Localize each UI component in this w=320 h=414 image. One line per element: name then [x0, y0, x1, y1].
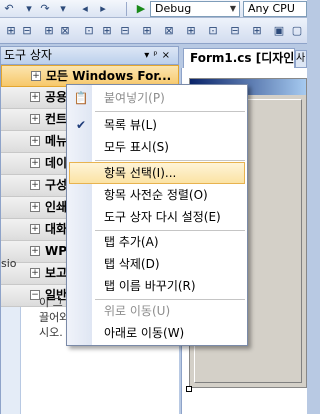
toolbox-group-label: 컨트	[45, 112, 68, 126]
menu-separator	[95, 160, 245, 161]
toolbox-window-buttons: ▾ᵖ×	[144, 47, 174, 64]
toolbox-group-label: 메뉴	[45, 134, 68, 148]
close-icon[interactable]: ×	[162, 50, 174, 61]
redo-dropdown-icon[interactable]: ▾	[56, 2, 70, 16]
platform-value: Any CPU	[248, 2, 295, 15]
paste-icon: 📋	[73, 91, 89, 105]
platform-combo[interactable]: Any CPU	[243, 1, 307, 17]
menu-item-label: 아래로 이동(W)	[104, 326, 185, 340]
expand-icon[interactable]: +	[30, 246, 40, 256]
toolbar-separator	[126, 2, 127, 16]
menu-item-paste[interactable]: 📋 붙여넣기(P)	[69, 87, 245, 109]
menu-item-add-tab[interactable]: 탭 추가(A)	[69, 231, 245, 253]
menu-item-move-down[interactable]: 아래로 이동(W)	[69, 322, 245, 344]
menu-item-move-up[interactable]: 위로 이동(U)	[69, 300, 245, 322]
menu-item-reset-toolbox[interactable]: 도구 상자 다시 설정(E)	[69, 206, 245, 228]
make-same-width-icon[interactable]: ⊟	[118, 24, 132, 38]
pin-icon[interactable]: ᵖ	[153, 50, 161, 61]
solution-config-value: Debug	[155, 2, 192, 15]
menu-item-label: 위로 이동(U)	[104, 304, 171, 318]
redo-icon[interactable]: ↷	[38, 2, 52, 16]
toolbox-group-label: 보고	[45, 266, 68, 280]
expand-icon[interactable]: +	[30, 114, 40, 124]
toolbox-title-bar: 도구 상자 ▾ᵖ×	[0, 46, 179, 65]
vspace-increase-icon[interactable]: ⊡	[206, 24, 220, 38]
menu-item-label: 탭 추가(A)	[104, 235, 159, 249]
align-centers-icon[interactable]: ⊟	[20, 24, 34, 38]
toolbox-group-label: 모든 Windows For...	[46, 69, 172, 83]
check-icon: ✔	[75, 118, 87, 132]
center-horizontal-icon[interactable]: ⊟	[228, 24, 242, 38]
menu-item-label: 탭 삭제(D)	[104, 257, 160, 271]
solution-config-combo[interactable]: Debug ▼	[150, 1, 240, 17]
bring-to-front-icon[interactable]: ▣	[272, 24, 286, 38]
menu-item-choose-items[interactable]: 항목 선택(I)...	[69, 162, 245, 184]
toolbar-top: ↶ ▾ ↷ ▾ ◂ ▸ ▶ Debug ▼ Any CPU	[0, 0, 307, 18]
expand-icon[interactable]: +	[30, 92, 40, 102]
expand-icon[interactable]: +	[30, 268, 40, 278]
start-debug-icon[interactable]: ▶	[134, 2, 148, 16]
toolbar-layout: ⊞ ⊟ ⊞ ⊠ ⊡ ⊞ ⊟ ⊞ ⊠ ⊞ ⊡ ⊟ ⊞ ▣ ▢	[0, 18, 307, 44]
hspace-equal-icon[interactable]: ⊞	[140, 24, 154, 38]
align-lefts-icon[interactable]: ⊞	[4, 24, 18, 38]
chevron-down-icon[interactable]: ▼	[227, 2, 239, 16]
menu-item-label: 도구 상자 다시 설정(E)	[104, 210, 221, 224]
vspace-equal-icon[interactable]: ⊞	[184, 24, 198, 38]
expand-icon[interactable]: +	[30, 158, 40, 168]
resize-grip[interactable]	[186, 386, 192, 392]
menu-item-show-all[interactable]: 모두 표시(S)	[69, 136, 245, 158]
menu-separator	[95, 111, 245, 112]
undo-dropdown-icon[interactable]: ▾	[22, 2, 36, 16]
tab-form1-designer[interactable]: Form1.cs [디자인]*	[183, 48, 295, 68]
expand-icon[interactable]: +	[30, 136, 40, 146]
toolbox-context-menu: 📋 붙여넣기(P) ✔ 목록 뷰(L) 모두 표시(S) 항목 선택(I)...…	[66, 84, 248, 346]
toolbox-group-label: 공용	[45, 90, 68, 104]
toolbox-group-label: 데이	[45, 156, 68, 170]
menu-item-label: 항목 사전순 정렬(O)	[104, 188, 208, 202]
menu-item-delete-tab[interactable]: 탭 삭제(D)	[69, 253, 245, 275]
menu-item-label: 모두 표시(S)	[104, 140, 169, 154]
size-to-grid-icon[interactable]: ⊞	[100, 24, 114, 38]
undo-icon[interactable]: ↶	[2, 2, 16, 16]
tab-next[interactable]: 사	[295, 50, 307, 68]
expand-icon[interactable]: +	[30, 202, 40, 212]
menu-item-label: 탭 이름 바꾸기(R)	[104, 279, 196, 293]
toolbox-title: 도구 상자	[4, 48, 52, 62]
toolbox-group-label: 대화	[45, 222, 68, 236]
side-text: sio	[1, 257, 17, 270]
make-same-size-icon[interactable]: ⊡	[82, 24, 96, 38]
menu-item-label: 붙여넣기(P)	[104, 91, 165, 105]
align-tops-icon[interactable]: ⊞	[42, 24, 56, 38]
toolbox-group-label: WP	[45, 244, 68, 258]
expand-icon[interactable]: +	[31, 71, 41, 81]
dropdown-icon[interactable]: ▾	[144, 50, 153, 61]
nav-back-icon[interactable]: ◂	[78, 2, 92, 16]
center-vertical-icon[interactable]: ⊞	[250, 24, 264, 38]
nav-forward-icon[interactable]: ▸	[96, 2, 110, 16]
expand-icon[interactable]: +	[30, 180, 40, 190]
menu-item-label: 목록 뷰(L)	[104, 118, 157, 132]
align-middles-icon[interactable]: ⊠	[58, 24, 72, 38]
toolbox-group-label: 인쇄	[45, 200, 68, 214]
hspace-increase-icon[interactable]: ⊠	[162, 24, 176, 38]
menu-item-rename-tab[interactable]: 탭 이름 바꾸기(R)	[69, 275, 245, 297]
menu-item-list-view[interactable]: ✔ 목록 뷰(L)	[69, 114, 245, 136]
expand-icon[interactable]: +	[30, 224, 40, 234]
menu-item-label: 항목 선택(I)...	[104, 166, 177, 180]
send-to-back-icon[interactable]: ▢	[290, 24, 304, 38]
menu-item-sort-items[interactable]: 항목 사전순 정렬(O)	[69, 184, 245, 206]
toolbox-group-label: 구성	[45, 178, 68, 192]
